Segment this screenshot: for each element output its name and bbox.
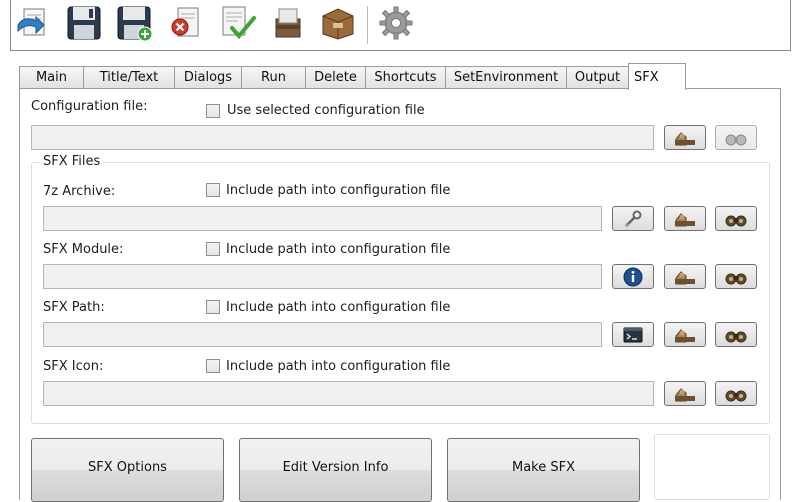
open-folder-icon [675, 131, 695, 145]
open-folder-icon [675, 270, 695, 284]
sfx-module-label: SFX Module: [43, 242, 124, 257]
binoculars-icon [725, 273, 747, 284]
tab-setenvironment[interactable]: SetEnvironment [445, 66, 567, 88]
wrench-icon [625, 210, 642, 227]
archive-label: 7z Archive: [43, 184, 116, 199]
open-folder-icon [675, 212, 695, 226]
archive-open-button[interactable] [664, 206, 706, 231]
icon-preview-box [654, 434, 770, 500]
archive-button[interactable] [268, 3, 308, 43]
close-file-button[interactable] [166, 3, 206, 43]
sfx-path-browse-button[interactable] [715, 322, 757, 347]
open-icon [17, 8, 45, 36]
save-button[interactable] [64, 3, 104, 43]
sfx-module-input[interactable] [43, 264, 602, 289]
sfx-icon-include-path-label: Include path into configuration file [226, 359, 451, 374]
open-folder-icon [675, 328, 695, 342]
console-icon [623, 327, 643, 342]
tab-main[interactable]: Main [19, 66, 84, 88]
toolbar [10, 0, 791, 51]
box-button[interactable] [318, 3, 358, 43]
info-icon [623, 267, 643, 286]
main-window: Main Title/Text Dialogs Run Delete Short… [0, 0, 800, 502]
archive-wrench-button[interactable] [612, 206, 654, 231]
save-icon [67, 6, 101, 40]
tab-title-text[interactable]: Title/Text [83, 66, 175, 88]
config-open-button[interactable] [664, 125, 706, 150]
sfx-files-group-title: SFX Files [40, 154, 104, 169]
config-file-label: Configuration file: [31, 99, 148, 114]
config-browse-button[interactable] [715, 125, 757, 150]
make-sfx-button[interactable]: Make SFX [447, 438, 640, 502]
box-icon [322, 8, 354, 40]
save-as-button[interactable] [114, 3, 154, 43]
binoculars-icon [725, 331, 747, 342]
tab-delete[interactable]: Delete [305, 66, 366, 88]
binoculars-icon [725, 390, 747, 401]
archive-icon [275, 8, 301, 38]
sfx-module-include-path-checkbox[interactable] [206, 242, 220, 256]
tab-run[interactable]: Run [241, 66, 306, 88]
sfx-path-open-button[interactable] [664, 322, 706, 347]
archive-include-path-label: Include path into configuration file [226, 183, 451, 198]
sfx-options-button[interactable]: SFX Options [31, 438, 224, 502]
sfx-icon-include-path-checkbox[interactable] [206, 359, 220, 373]
sfx-module-info-button[interactable] [612, 264, 654, 289]
check-button[interactable] [217, 3, 257, 43]
close-file-icon [171, 7, 199, 37]
toolbar-separator [367, 6, 368, 44]
sfx-icon-label: SFX Icon: [43, 359, 104, 374]
tab-output[interactable]: Output [566, 66, 629, 88]
save-as-icon [117, 6, 153, 42]
edit-version-info-button[interactable]: Edit Version Info [239, 438, 432, 502]
open-button[interactable] [14, 3, 54, 43]
sfx-module-open-button[interactable] [664, 264, 706, 289]
settings-button[interactable] [376, 3, 416, 43]
tab-dialogs[interactable]: Dialogs [174, 66, 242, 88]
use-selected-config-label: Use selected configuration file [227, 103, 425, 118]
binoculars-icon [725, 215, 747, 226]
sfx-icon-browse-button[interactable] [715, 381, 757, 406]
tab-shortcuts[interactable]: Shortcuts [365, 66, 446, 88]
sfx-icon-open-button[interactable] [664, 381, 706, 406]
sfx-path-input[interactable] [43, 322, 602, 347]
sfx-module-include-path-label: Include path into configuration file [226, 242, 451, 257]
check-icon [222, 6, 256, 40]
archive-input[interactable] [43, 206, 602, 231]
binoculars-icon [725, 134, 747, 145]
sfx-path-include-path-checkbox[interactable] [206, 300, 220, 314]
tab-sfx[interactable]: SFX [628, 63, 686, 90]
sfx-path-include-path-label: Include path into configuration file [226, 300, 451, 315]
sfx-path-console-button[interactable] [612, 322, 654, 347]
archive-browse-button[interactable] [715, 206, 757, 231]
archive-include-path-checkbox[interactable] [206, 183, 220, 197]
config-file-input[interactable] [31, 125, 654, 150]
use-selected-config-checkbox[interactable] [206, 104, 220, 118]
tab-bar: Main Title/Text Dialogs Run Delete Short… [19, 63, 779, 90]
sfx-module-browse-button[interactable] [715, 264, 757, 289]
gear-icon [379, 6, 413, 40]
sfx-path-label: SFX Path: [43, 300, 105, 315]
open-folder-icon [675, 387, 695, 401]
sfx-icon-input[interactable] [43, 381, 654, 406]
